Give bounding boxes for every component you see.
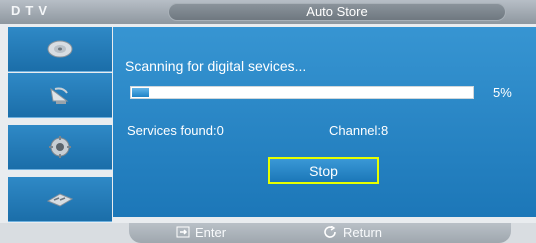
disc-icon <box>43 34 77 64</box>
auto-store-panel: Scanning for digital sevices... 5% Servi… <box>113 27 536 217</box>
return-hint: Return <box>324 224 383 240</box>
osd-frame: DTV Auto Store Scanning for digital sevi… <box>0 0 536 243</box>
gear-icon <box>43 132 77 162</box>
sidebar-item-input[interactable] <box>8 177 112 222</box>
sidebar-item-picture[interactable] <box>8 27 112 72</box>
scan-status-text: Scanning for digital sevices... <box>125 58 307 74</box>
satellite-dish-icon <box>43 80 77 110</box>
scan-progress-bar <box>130 86 474 99</box>
title-bar: DTV Auto Store <box>0 0 536 24</box>
channel-label: Channel:8 <box>329 123 389 138</box>
sidebar-menu <box>8 27 112 223</box>
stop-button-label: Stop <box>270 159 377 182</box>
return-label: Return <box>343 225 383 240</box>
page-title: Auto Store <box>306 4 368 19</box>
input-device-icon <box>43 184 77 214</box>
footer-bar: Enter Return <box>0 223 536 243</box>
enter-hint: Enter <box>176 225 226 240</box>
sidebar-item-setup[interactable] <box>8 125 112 170</box>
scan-progress-fill <box>132 88 149 97</box>
enter-icon <box>176 226 190 240</box>
enter-label: Enter <box>195 225 227 240</box>
scan-progress-percent: 5% <box>493 85 512 100</box>
title-pill: Auto Store <box>168 3 506 21</box>
sidebar-item-channel[interactable] <box>8 73 112 118</box>
stop-button[interactable]: Stop <box>268 157 379 184</box>
services-found-label: Services found:0 <box>127 123 224 138</box>
source-label: DTV <box>11 3 52 18</box>
return-icon <box>324 224 338 240</box>
